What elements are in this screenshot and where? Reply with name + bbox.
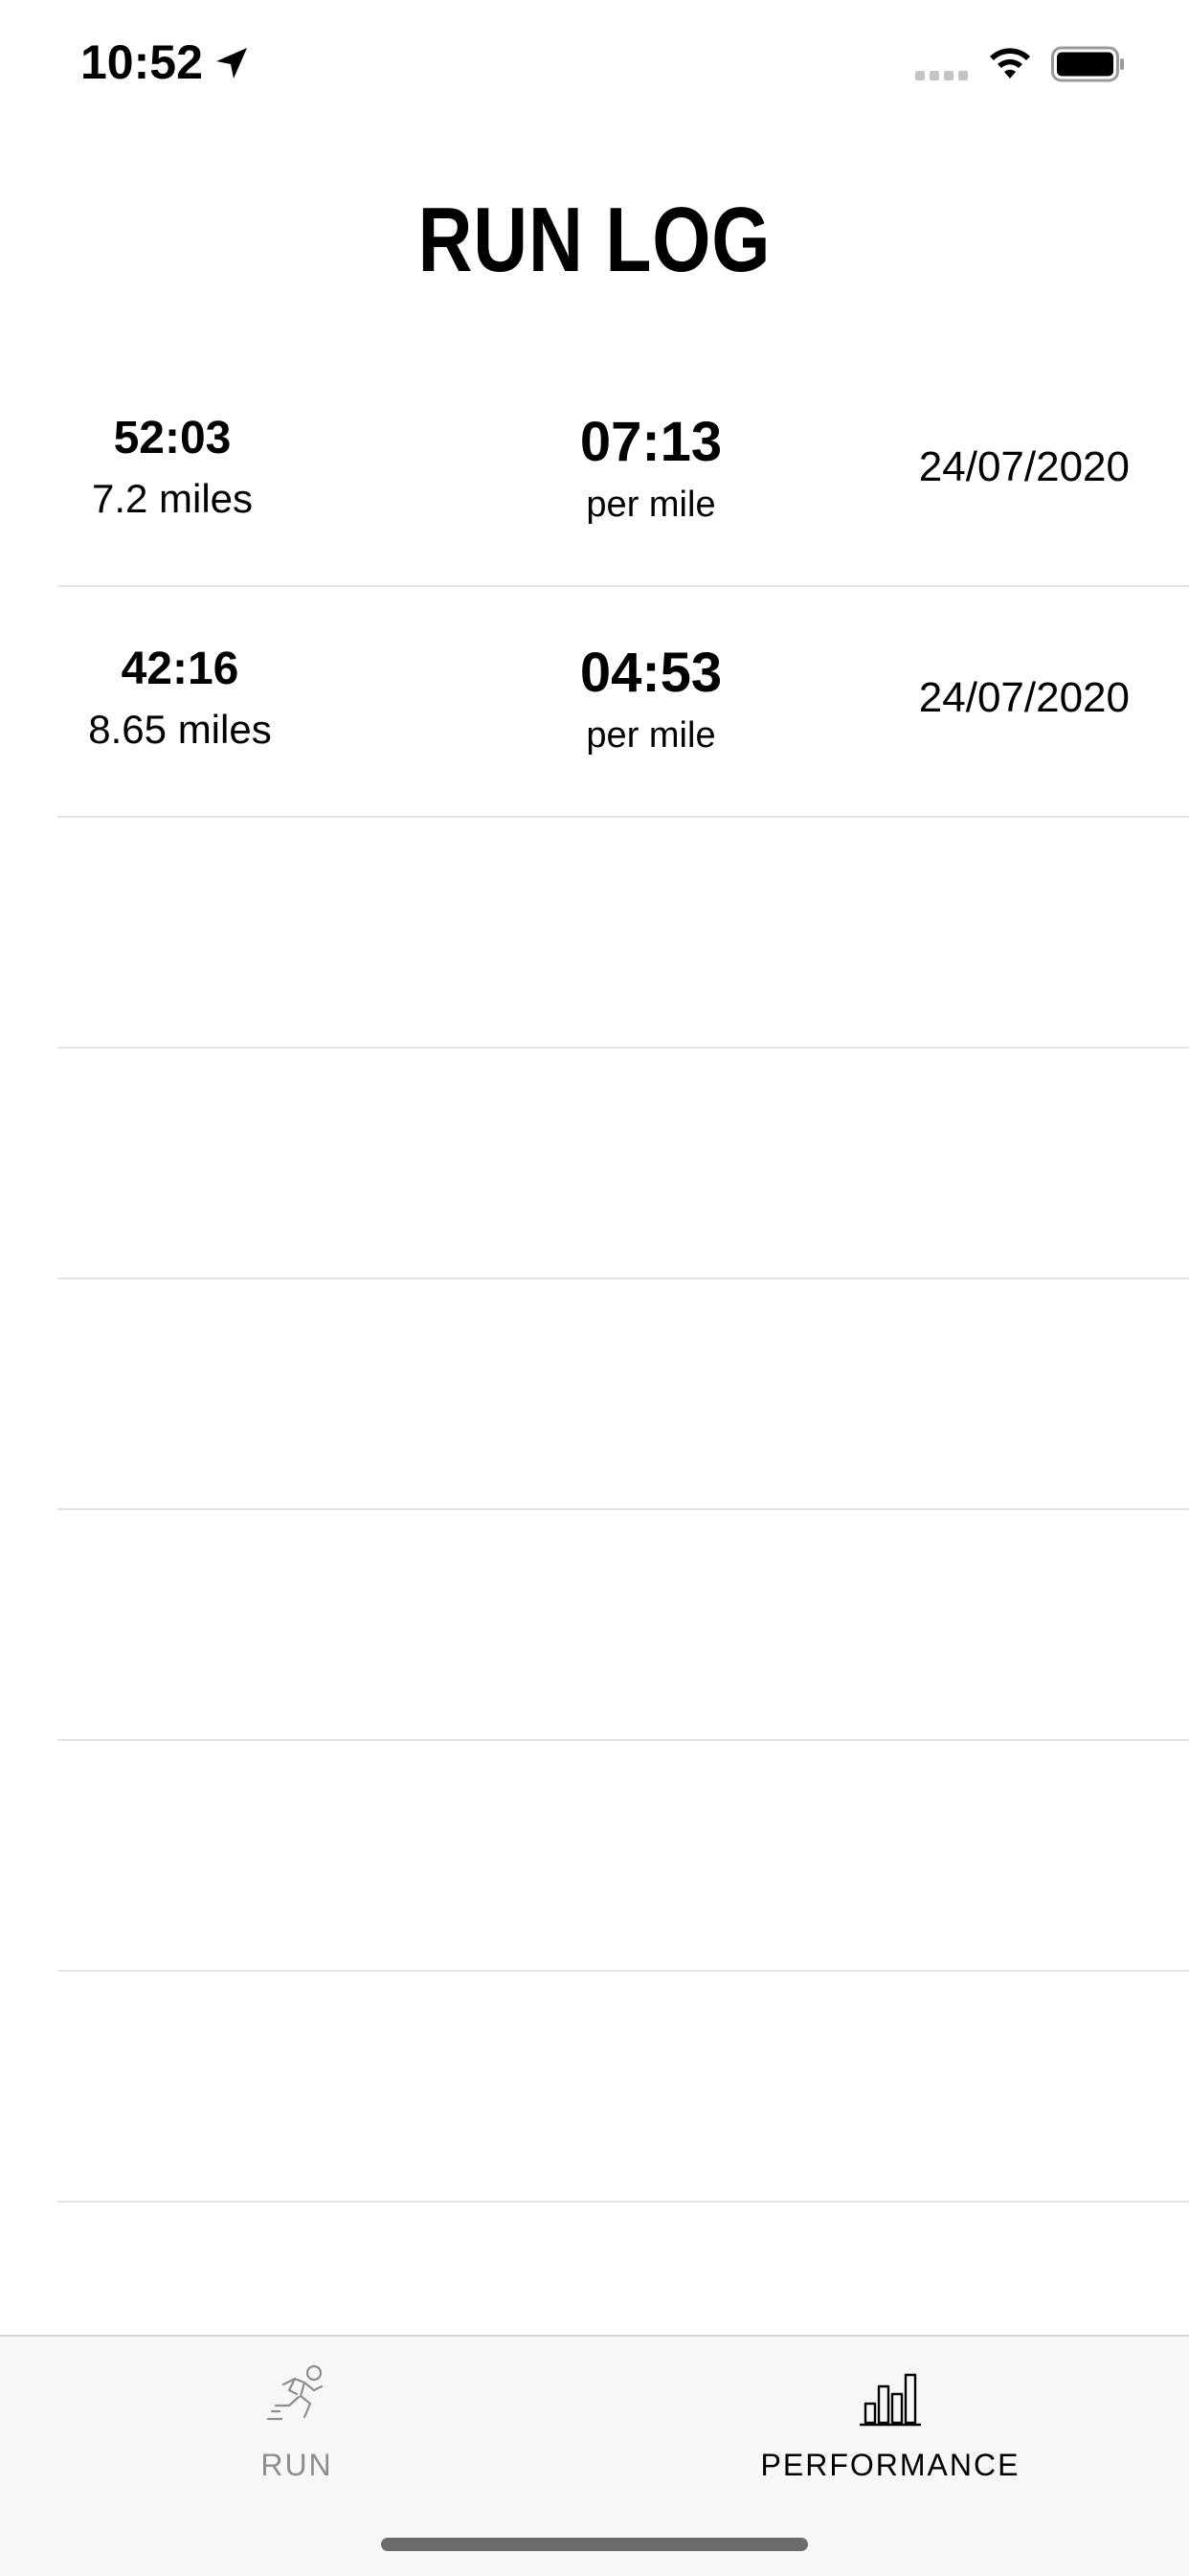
empty-row [57,1741,1189,1972]
tab-performance[interactable]: PERFORMANCE [699,2361,1082,2483]
run-duration: 42:16 [121,644,239,694]
run-date: 24/07/2020 [918,443,1130,490]
empty-row [57,1972,1189,2203]
tab-performance-label: PERFORMANCE [760,2448,1021,2482]
run-pace: 04:53 [579,642,723,704]
run-pace-unit: per mile [586,485,716,525]
tab-run[interactable]: RUN [105,2361,488,2483]
empty-row [57,1049,1189,1279]
run-pace-unit: per mile [586,715,716,756]
location-arrow-icon [216,48,247,79]
run-log-list[interactable]: 52:03 7.2 miles 07:13 per mile 24/07/202… [57,356,1189,2203]
run-date: 24/07/2020 [918,674,1130,721]
run-summary: 52:03 7.2 miles [57,412,287,525]
empty-row [57,818,1189,1049]
wifi-icon [990,48,1030,79]
page-title: RUN LOG [417,189,772,291]
cellular-signal-icon [915,71,968,80]
run-summary: 42:16 8.65 miles [57,643,303,756]
run-row[interactable]: 42:16 8.65 miles 04:53 per mile 24/07/20… [57,587,1189,818]
run-pace-block: 04:53 per mile [479,641,823,759]
run-row[interactable]: 52:03 7.2 miles 07:13 per mile 24/07/202… [57,356,1189,587]
status-time: 10:52 [80,35,203,89]
tab-bar: RUN PERFORMANCE [0,2335,1189,2576]
home-indicator[interactable] [381,2538,808,2551]
run-duration: 52:03 [113,413,232,463]
battery-icon [1051,46,1124,82]
bar-chart-icon [860,2373,921,2427]
status-bar: 10:52 [0,0,1189,134]
tab-run-label: RUN [260,2448,333,2482]
run-distance: 7.2 miles [91,476,254,521]
run-distance: 8.65 miles [88,707,272,752]
empty-row [57,1510,1189,1741]
run-pace-block: 07:13 per mile [479,410,823,529]
runner-icon [266,2364,324,2421]
run-pace: 07:13 [579,411,723,473]
empty-row [57,1279,1189,1510]
